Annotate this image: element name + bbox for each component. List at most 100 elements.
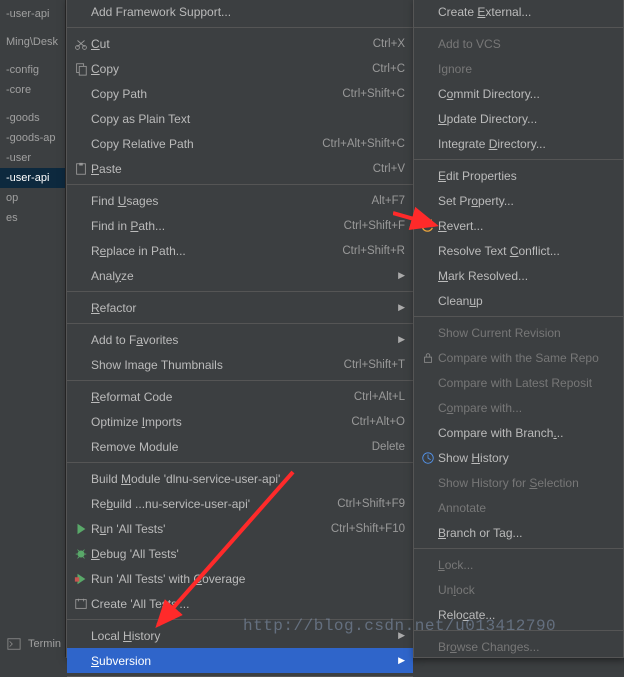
sub-menu-item: Unlock (414, 577, 623, 602)
sidebar-item[interactable]: -core (0, 80, 65, 100)
menu-item-label: Integrate Directory... (438, 137, 615, 151)
menu-item-label: Show History (438, 451, 615, 465)
main-menu-item[interactable]: Analyze▶ (67, 263, 413, 288)
main-menu-item[interactable]: Remove ModuleDelete (67, 434, 413, 459)
menu-item-label: Commit Directory... (438, 87, 615, 101)
sidebar-item[interactable]: -user-api (0, 168, 65, 188)
menu-item-label: Paste (91, 162, 363, 176)
main-menu-item[interactable]: PasteCtrl+V (67, 156, 413, 181)
sidebar-item[interactable] (0, 24, 65, 32)
lock-small-icon (418, 351, 438, 365)
menu-item-label: Replace in Path... (91, 244, 332, 258)
main-menu-item[interactable]: Refactor▶ (67, 295, 413, 320)
menu-item-label: Subversion (91, 654, 395, 668)
sub-menu-item[interactable]: Cleanup (414, 288, 623, 313)
main-menu-item[interactable]: Copy Relative PathCtrl+Alt+Shift+C (67, 131, 413, 156)
sidebar-item[interactable]: Ming\Desk (0, 32, 65, 52)
main-menu-item[interactable]: Local History▶ (67, 623, 413, 648)
sidebar-item[interactable] (0, 52, 65, 60)
menu-item-label: Run 'All Tests' with Coverage (91, 572, 405, 586)
sub-menu-item: Lock... (414, 552, 623, 577)
sub-menu-item[interactable]: Create External... (414, 0, 623, 24)
main-menu-item[interactable]: CutCtrl+X (67, 31, 413, 56)
menu-item-label: Optimize Imports (91, 415, 341, 429)
menu-separator (67, 184, 413, 185)
menu-separator (414, 159, 623, 160)
menu-item-label: Copy Relative Path (91, 137, 312, 151)
menu-item-shortcut: Ctrl+Shift+R (332, 245, 405, 257)
main-menu-item[interactable]: Reformat CodeCtrl+Alt+L (67, 384, 413, 409)
main-menu-item[interactable]: Run 'All Tests' with Coverage (67, 566, 413, 591)
sub-menu-item: Show History for Selection (414, 470, 623, 495)
terminal-label: Termin (28, 638, 61, 650)
project-sidebar[interactable]: -user-api Ming\Desk -config-core -goods-goo… (0, 0, 66, 657)
main-menu-item[interactable]: Replace in Path...Ctrl+Shift+R (67, 238, 413, 263)
menu-item-label: Create External... (438, 5, 615, 19)
main-menu-item[interactable]: Add to Favorites▶ (67, 327, 413, 352)
menu-item-label: Compare with... (438, 401, 615, 415)
sub-menu-item[interactable]: Update Directory... (414, 106, 623, 131)
sub-menu-item[interactable]: Integrate Directory... (414, 131, 623, 156)
submenu-arrow-icon: ▶ (395, 302, 405, 313)
main-menu-item[interactable]: Optimize ImportsCtrl+Alt+O (67, 409, 413, 434)
main-menu-item[interactable]: Add Framework Support... (67, 0, 413, 24)
menu-item-shortcut: Ctrl+Shift+F (334, 220, 405, 232)
sub-menu-item[interactable]: Commit Directory... (414, 81, 623, 106)
menu-item-label: Update Directory... (438, 112, 615, 126)
menu-item-label: Relocate... (438, 608, 615, 622)
main-menu-item[interactable]: Show Image ThumbnailsCtrl+Shift+T (67, 352, 413, 377)
menu-item-label: Edit Properties (438, 169, 615, 183)
menu-item-label: Reformat Code (91, 390, 344, 404)
main-menu-item[interactable]: Find UsagesAlt+F7 (67, 188, 413, 213)
menu-separator (67, 323, 413, 324)
menu-item-label: Mark Resolved... (438, 269, 615, 283)
sidebar-item[interactable]: -config (0, 60, 65, 80)
menu-item-label: Copy Path (91, 87, 332, 101)
main-menu-item[interactable]: Copy as Plain Text (67, 106, 413, 131)
sidebar-item[interactable]: es (0, 208, 65, 228)
menu-item-label: Refactor (91, 301, 395, 315)
menu-item-label: Cleanup (438, 294, 615, 308)
main-menu-item[interactable]: Build Module 'dlnu-service-user-api' (67, 466, 413, 491)
main-menu-item[interactable]: Subversion▶ (67, 648, 413, 673)
main-menu-item[interactable]: Copy PathCtrl+Shift+C (67, 81, 413, 106)
sub-menu-item[interactable]: Show History (414, 445, 623, 470)
sub-menu-item[interactable]: Edit Properties (414, 163, 623, 188)
sub-menu-item[interactable]: Relocate... (414, 602, 623, 627)
submenu-arrow-icon: ▶ (395, 334, 405, 345)
sidebar-item[interactable]: -goods (0, 108, 65, 128)
menu-separator (414, 548, 623, 549)
menu-item-label: Remove Module (91, 440, 362, 454)
menu-item-shortcut: Ctrl+Alt+Shift+C (312, 138, 405, 150)
menu-item-shortcut: Ctrl+X (363, 38, 405, 50)
sidebar-item[interactable] (0, 100, 65, 108)
main-menu-item[interactable]: Debug 'All Tests' (67, 541, 413, 566)
main-menu-item[interactable]: CopyCtrl+C (67, 56, 413, 81)
sidebar-item[interactable]: -user-api (0, 4, 65, 24)
sidebar-item[interactable]: -user (0, 148, 65, 168)
sub-menu-item[interactable]: Revert... (414, 213, 623, 238)
menu-item-label: Add Framework Support... (91, 5, 405, 19)
sub-menu-item[interactable]: Mark Resolved... (414, 263, 623, 288)
sidebar-item[interactable]: op (0, 188, 65, 208)
menu-separator (67, 380, 413, 381)
menu-item-shortcut: Ctrl+Shift+F9 (327, 498, 405, 510)
main-menu-item[interactable]: Find in Path...Ctrl+Shift+F (67, 213, 413, 238)
sub-menu-item: Ignore (414, 56, 623, 81)
sub-menu-item[interactable]: Set Property... (414, 188, 623, 213)
main-menu-item[interactable]: Create 'All Tests'... (67, 591, 413, 616)
sub-menu-item[interactable]: Resolve Text Conflict... (414, 238, 623, 263)
menu-item-shortcut: Ctrl+Alt+O (341, 416, 405, 428)
revert-icon (418, 219, 438, 233)
sub-menu-item[interactable]: Compare with Branch... (414, 420, 623, 445)
sub-menu-item[interactable]: Branch or Tag... (414, 520, 623, 545)
menu-item-label: Show Current Revision (438, 326, 615, 340)
menu-item-label: Lock... (438, 558, 615, 572)
run-icon (71, 522, 91, 536)
menu-item-label: Build Module 'dlnu-service-user-api' (91, 472, 405, 486)
main-menu-item[interactable]: Rebuild ...nu-service-user-api'Ctrl+Shif… (67, 491, 413, 516)
terminal-tool-window-tab[interactable]: Termin (4, 637, 61, 651)
main-menu-item[interactable]: Run 'All Tests'Ctrl+Shift+F10 (67, 516, 413, 541)
paste-icon (71, 162, 91, 176)
sidebar-item[interactable]: -goods-ap (0, 128, 65, 148)
